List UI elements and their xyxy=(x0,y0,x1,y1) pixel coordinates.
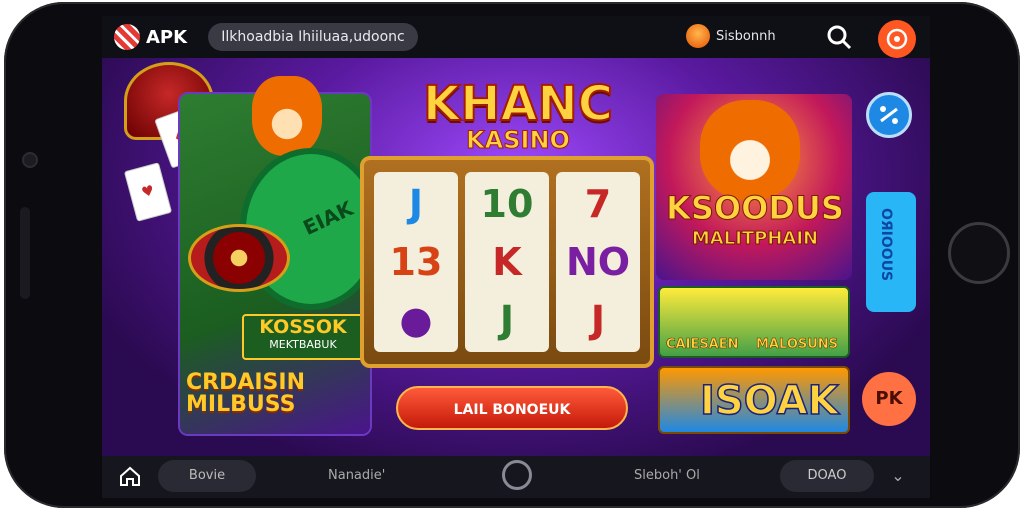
spin-button[interactable]: LAIL BONOEUK xyxy=(396,386,628,430)
roulette-wheel-icon xyxy=(188,224,290,292)
fox-mascot-icon xyxy=(252,76,322,156)
duo-left-label: CAIESAEN xyxy=(666,337,739,353)
promo-line2: MILBUSS xyxy=(186,392,296,417)
nav-item-nanadie[interactable]: Nanadie' xyxy=(328,468,385,483)
address-pill[interactable]: Ilkhoadbia Ihiiluaa,udoonc xyxy=(208,23,418,51)
nav-pill-doao-label: DOAO xyxy=(807,468,847,483)
settings-icon[interactable] xyxy=(866,92,912,138)
table-game-sub: MEKTBABUK xyxy=(269,338,337,351)
menu-icon[interactable] xyxy=(878,20,916,58)
account-name: Sisbonnh xyxy=(716,28,776,44)
slot-reel: 10 K J xyxy=(465,172,549,352)
top-bar: APK Ilkhoadbia Ihiiluaa,udoonc Sisbonnh xyxy=(102,16,930,58)
table-game-name: KOSSOK xyxy=(259,316,347,338)
phone-frame: APK Ilkhoadbia Ihiiluaa,udoonc Sisbonnh xyxy=(4,2,1020,508)
slot-reel: J 13 ● xyxy=(374,172,458,352)
slot-machine[interactable]: J 13 ● 10 K J 7 NO J xyxy=(360,156,654,368)
reel-symbol: 13 xyxy=(389,240,443,284)
reel-symbol: K xyxy=(492,240,522,284)
brand-logo[interactable]: APK xyxy=(114,24,187,50)
slot-reel: 7 NO J xyxy=(556,172,640,352)
isoak-label: ISOAK xyxy=(699,377,839,425)
bottom-nav: Bovie Nanadie' Sleboh' Ol DOAO ⌄ xyxy=(102,456,930,498)
duo-right-label: MALOSUNS xyxy=(756,337,839,353)
front-camera xyxy=(22,152,38,168)
reel-symbol: J xyxy=(590,298,606,342)
logo-ball-icon xyxy=(114,24,140,50)
account-chip[interactable]: Sisbonnh xyxy=(686,24,776,48)
home-icon[interactable] xyxy=(118,464,142,488)
fox-mascot-icon xyxy=(700,100,800,200)
game-card-duo[interactable]: CAIESAEN MALOSUNS xyxy=(658,286,850,358)
app-screen: APK Ilkhoadbia Ihiiluaa,udoonc Sisbonnh xyxy=(102,16,930,498)
title-main: KHANC xyxy=(422,76,614,132)
featured-game-title: KSOODUS xyxy=(666,189,845,227)
side-promo-label: ОЯIOOUS xyxy=(878,208,894,282)
reel-symbol: J xyxy=(499,298,515,342)
promo-title[interactable]: CRDAISIN MILBUSS xyxy=(186,372,305,416)
table-game-title: KOSSOK MEKTBABUK xyxy=(242,314,364,360)
home-hardware-button[interactable] xyxy=(948,222,1010,284)
side-speaker xyxy=(20,207,30,299)
reel-symbol: ● xyxy=(399,298,433,342)
promo-line1: CRDAISIN xyxy=(186,370,306,395)
game-card-isoak[interactable]: ISOAK xyxy=(658,366,850,434)
nav-pill-bovie[interactable]: Bovie xyxy=(158,460,256,492)
nav-home-circle[interactable] xyxy=(502,460,532,490)
nav-pill-doao[interactable]: DOAO xyxy=(780,460,874,492)
brand-name: APK xyxy=(146,26,188,48)
reel-symbol: J xyxy=(408,182,424,226)
side-round-button[interactable]: PK xyxy=(862,372,916,426)
nav-item-sleboh[interactable]: Sleboh' Ol xyxy=(634,468,700,483)
search-icon[interactable] xyxy=(826,24,852,50)
side-promo-tab[interactable]: ОЯIOOUS xyxy=(866,192,916,312)
reel-symbol: 10 xyxy=(480,182,534,226)
avatar xyxy=(686,24,710,48)
chevron-down-icon[interactable]: ⌄ xyxy=(888,466,908,486)
reel-symbol: NO xyxy=(565,240,631,284)
featured-game-sub: MALITPHAIN xyxy=(691,228,819,250)
reel-symbol: 7 xyxy=(584,182,612,226)
casino-title: KHANC KASINO xyxy=(418,76,618,153)
